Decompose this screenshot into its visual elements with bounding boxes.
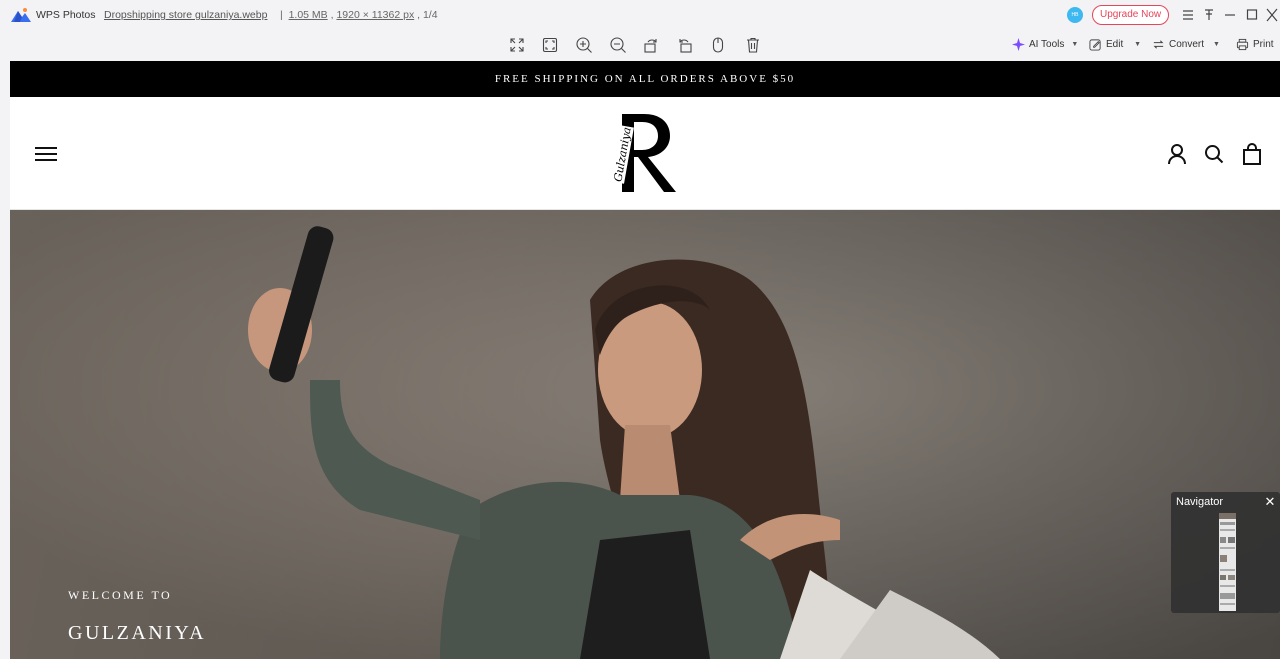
ai-tools-label: AI Tools — [1029, 39, 1065, 50]
delete-icon[interactable] — [744, 36, 762, 54]
edit-button[interactable]: Edit ▼ — [1089, 38, 1141, 51]
rotate-left-icon[interactable] — [642, 36, 660, 54]
file-name-link[interactable]: Dropshipping store gulzaniya.webp — [104, 9, 267, 21]
menu-icon[interactable] — [1180, 6, 1196, 24]
convert-button[interactable]: Convert ▼ — [1152, 38, 1220, 51]
mouse-icon[interactable] — [709, 36, 727, 54]
file-size[interactable]: 1.05 MB — [289, 9, 328, 21]
zoom-in-icon[interactable] — [575, 36, 593, 54]
hero-photo — [248, 226, 1000, 659]
zoom-out-icon[interactable] — [609, 36, 627, 54]
search-icon — [1205, 145, 1224, 164]
close-icon[interactable]: ✕ — [1263, 494, 1277, 510]
file-meta: | 1.05 MB , 1920 × 11362 px , 1/4 — [280, 9, 438, 21]
navigator-thumbnail[interactable] — [1219, 513, 1236, 611]
page-index: 1/4 — [422, 9, 438, 21]
maximize-icon[interactable] — [1244, 6, 1260, 24]
hero-brand-title: GULZANIYA — [68, 622, 207, 644]
app-name: WPS Photos — [36, 9, 96, 21]
pin-icon[interactable] — [1201, 6, 1217, 24]
convert-icon — [1153, 40, 1164, 49]
convert-label: Convert — [1169, 39, 1205, 50]
ai-tools-button[interactable]: AI Tools ▼ — [1012, 38, 1078, 51]
print-button[interactable]: Print — [1236, 38, 1274, 51]
account-icon — [1168, 144, 1186, 165]
chevron-down-icon: ▼ — [1211, 41, 1220, 48]
image-canvas[interactable]: FREE SHIPPING ON ALL ORDERS ABOVE $50 R … — [10, 61, 1280, 659]
brand-logo: R Gulzaniya — [610, 110, 682, 196]
hero-welcome-text: WELCOME TO — [68, 588, 173, 602]
bag-icon — [1243, 143, 1261, 165]
title-bar: WPS Photos Dropshipping store gulzaniya.… — [0, 0, 1280, 30]
print-label: Print — [1253, 39, 1274, 50]
chevron-down-icon: ▼ — [1130, 41, 1142, 48]
print-icon — [1236, 38, 1249, 51]
edit-label: Edit — [1106, 39, 1124, 50]
upgrade-now-button[interactable]: Upgrade Now — [1092, 5, 1170, 25]
wps-photos-logo-icon — [11, 8, 31, 22]
hero-banner: WELCOME TO GULZANIYA — [10, 210, 1280, 659]
rotate-right-icon[interactable] — [676, 36, 694, 54]
minimize-icon[interactable] — [1222, 6, 1238, 24]
navigator-panel[interactable]: Navigator ✕ — [1171, 492, 1280, 613]
hamburger-menu-icon — [35, 147, 57, 161]
fit-screen-icon[interactable] — [541, 36, 559, 54]
ai-sparkle-icon — [1012, 38, 1025, 51]
expand-icon[interactable] — [508, 36, 526, 54]
user-avatar[interactable]: HB — [1067, 7, 1083, 23]
edit-icon — [1089, 39, 1101, 51]
store-header: R Gulzaniya — [10, 97, 1280, 210]
announcement-bar: FREE SHIPPING ON ALL ORDERS ABOVE $50 — [10, 61, 1280, 97]
chevron-down-icon: ▼ — [1071, 41, 1079, 48]
image-dimensions[interactable]: 1920 × 11362 px — [336, 9, 414, 21]
close-window-icon[interactable] — [1264, 6, 1280, 24]
toolbar: AI Tools ▼ Edit ▼ Convert ▼ Print — [0, 30, 1280, 71]
navigator-title: Navigator — [1176, 496, 1224, 508]
